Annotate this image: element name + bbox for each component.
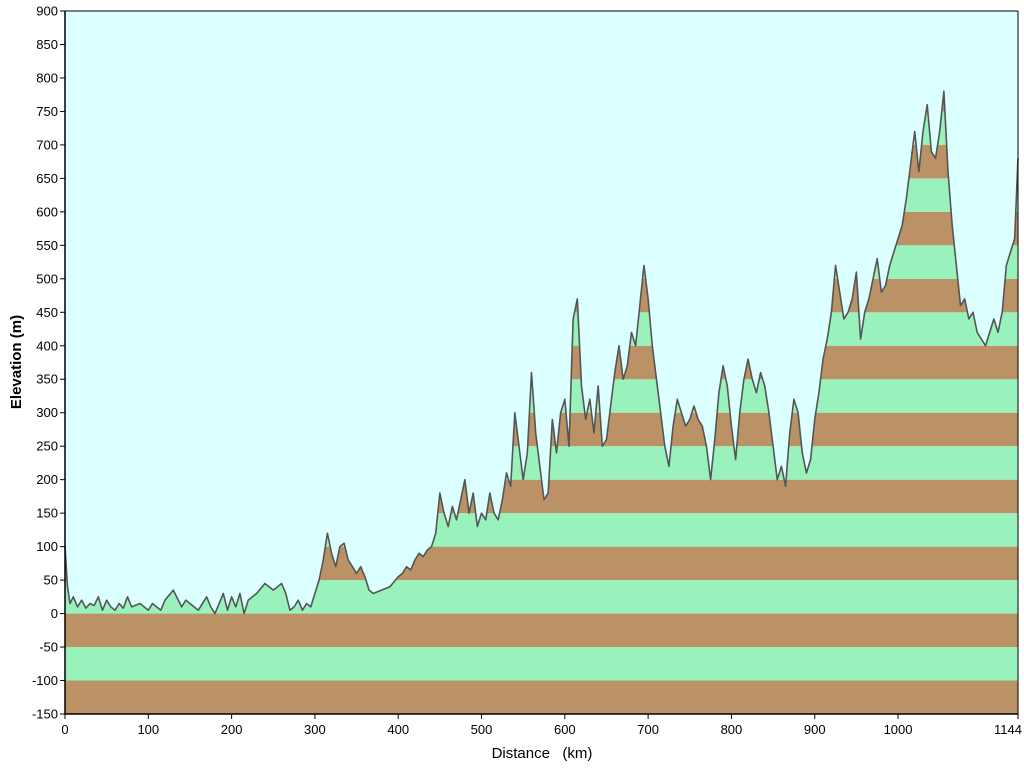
y-tick-label: 850: [36, 37, 58, 52]
y-tick-label: 700: [36, 137, 58, 152]
x-tick-label: 300: [304, 722, 326, 737]
y-tick-label: 200: [36, 472, 58, 487]
x-tick-label: 700: [637, 722, 659, 737]
elevation-band: [65, 647, 1018, 681]
y-tick-label: 150: [36, 506, 58, 521]
x-tick-label: 1144: [994, 722, 1022, 737]
x-tick-label: 0: [61, 722, 68, 737]
x-tick-label: 400: [387, 722, 409, 737]
y-tick-label: -50: [39, 640, 58, 655]
y-tick-label: 500: [36, 271, 58, 286]
elevation-band: [65, 613, 1018, 648]
x-axis-title: Distance (km): [492, 745, 593, 762]
y-tick-label: 400: [36, 338, 58, 353]
y-tick-label: 650: [36, 171, 58, 186]
y-tick-label: 100: [36, 539, 58, 554]
x-tick-label: 600: [554, 722, 576, 737]
y-tick-label: -100: [32, 673, 58, 688]
y-axis-title: Elevation (m): [8, 315, 25, 409]
y-tick-label: 0: [51, 606, 58, 621]
x-tick-label: 100: [137, 722, 159, 737]
y-tick-label: 50: [44, 573, 58, 588]
y-tick-label: 550: [36, 238, 58, 253]
y-tick-label: -150: [32, 707, 58, 722]
y-tick-label: 750: [36, 104, 58, 119]
y-tick-label: 900: [36, 4, 58, 19]
x-tick-label: 500: [471, 722, 493, 737]
x-tick-label: 200: [221, 722, 243, 737]
x-tick-label: 1000: [884, 722, 913, 737]
y-tick-label: 800: [36, 70, 58, 85]
elevation-band: [65, 680, 1018, 714]
y-tick-label: 600: [36, 204, 58, 219]
y-tick-label: 450: [36, 305, 58, 320]
y-tick-label: 300: [36, 405, 58, 420]
x-tick-label: 900: [804, 722, 826, 737]
x-tick-label: 800: [721, 722, 743, 737]
y-tick-label: 250: [36, 439, 58, 454]
elevation-chart: 9008508007507006506005505004504003503002…: [0, 0, 1024, 768]
y-tick-label: 350: [36, 372, 58, 387]
